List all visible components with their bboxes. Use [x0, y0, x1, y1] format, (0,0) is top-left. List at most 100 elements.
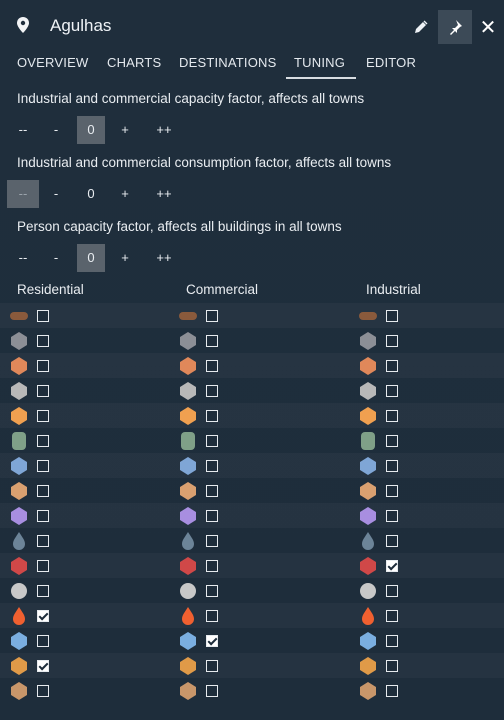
rename-button[interactable] — [404, 10, 438, 44]
industrial-checkbox[interactable] — [386, 360, 398, 372]
planks-icon — [11, 482, 27, 500]
fire-icon — [13, 607, 25, 625]
cargo-row — [0, 553, 504, 578]
residential-checkbox[interactable] — [37, 360, 49, 372]
industrial-checkbox[interactable] — [386, 310, 398, 322]
plastic-icon — [180, 507, 196, 525]
title-bar[interactable]: Agulhas ✕ — [0, 0, 504, 46]
tab-charts[interactable]: CHARTS — [107, 55, 161, 70]
residential-checkbox[interactable] — [37, 635, 49, 647]
industrial-checkbox[interactable] — [386, 535, 398, 547]
commercial-checkbox[interactable] — [206, 685, 218, 697]
industrial-checkbox[interactable] — [386, 485, 398, 497]
cargo-row — [0, 428, 504, 453]
decrease-button[interactable]: - — [48, 244, 64, 272]
residential-checkbox[interactable] — [37, 410, 49, 422]
decrease-large-button[interactable]: -- — [7, 180, 39, 208]
residential-checkbox[interactable] — [37, 385, 49, 397]
coal-icon — [11, 382, 27, 400]
commercial-checkbox[interactable] — [206, 560, 218, 572]
commercial-checkbox[interactable] — [206, 585, 218, 597]
industrial-checkbox[interactable] — [386, 335, 398, 347]
commercial-checkbox[interactable] — [206, 360, 218, 372]
gear-icon — [11, 583, 27, 599]
fuel-drop-icon — [362, 532, 374, 550]
bricks-icon — [11, 557, 27, 575]
increase-large-button[interactable]: ++ — [152, 244, 176, 272]
increase-large-button[interactable]: ++ — [152, 180, 176, 208]
industrial-checkbox[interactable] — [386, 410, 398, 422]
commercial-checkbox[interactable] — [206, 635, 218, 647]
commercial-checkbox[interactable] — [206, 410, 218, 422]
residential-checkbox[interactable] — [37, 310, 49, 322]
tab-editor[interactable]: EDITOR — [366, 55, 416, 70]
increase-button[interactable]: + — [116, 180, 134, 208]
residential-checkbox[interactable] — [37, 435, 49, 447]
decrease-button[interactable]: - — [48, 116, 64, 144]
tab-destinations[interactable]: DESTINATIONS — [179, 55, 277, 70]
bricks-icon — [180, 557, 196, 575]
commercial-checkbox[interactable] — [206, 385, 218, 397]
cargo-row — [0, 578, 504, 603]
residential-checkbox[interactable] — [37, 585, 49, 597]
industrial-checkbox[interactable] — [386, 635, 398, 647]
cargo-row — [0, 528, 504, 553]
increase-button[interactable]: + — [116, 116, 134, 144]
industrial-header: Industrial — [366, 282, 421, 297]
close-button[interactable]: ✕ — [471, 10, 504, 44]
plastic-icon — [360, 507, 376, 525]
cargo-row — [0, 453, 504, 478]
goods-box-icon — [360, 682, 376, 700]
residential-checkbox[interactable] — [37, 560, 49, 572]
commercial-checkbox[interactable] — [206, 510, 218, 522]
industrial-checkbox[interactable] — [386, 560, 398, 572]
residential-checkbox[interactable] — [37, 535, 49, 547]
residential-checkbox[interactable] — [37, 485, 49, 497]
cargo-row — [0, 628, 504, 653]
tab-overview[interactable]: OVERVIEW — [17, 55, 88, 70]
commercial-checkbox[interactable] — [206, 335, 218, 347]
residential-checkbox[interactable] — [37, 610, 49, 622]
person-capacity-stepper: -- - 0 + ++ — [0, 244, 504, 272]
decrease-large-button[interactable]: -- — [12, 116, 34, 144]
planks-icon — [180, 482, 196, 500]
decrease-button[interactable]: - — [48, 180, 64, 208]
commercial-checkbox[interactable] — [206, 660, 218, 672]
cargo-grid — [0, 303, 504, 703]
industrial-checkbox[interactable] — [386, 460, 398, 472]
decrease-large-button[interactable]: -- — [12, 244, 34, 272]
industrial-checkbox[interactable] — [386, 610, 398, 622]
commercial-checkbox[interactable] — [206, 310, 218, 322]
residential-checkbox[interactable] — [37, 685, 49, 697]
oil-barrel-icon — [181, 432, 195, 450]
residential-checkbox[interactable] — [37, 510, 49, 522]
grain-icon — [180, 407, 196, 425]
cargo-row — [0, 303, 504, 328]
pin-window-button[interactable] — [438, 10, 472, 44]
industrial-checkbox[interactable] — [386, 660, 398, 672]
capacity-factor-value: 0 — [77, 116, 105, 144]
tab-tuning[interactable]: TUNING — [285, 55, 357, 79]
commercial-checkbox[interactable] — [206, 460, 218, 472]
industrial-checkbox[interactable] — [386, 585, 398, 597]
ore-icon — [11, 357, 27, 375]
cargo-row — [0, 378, 504, 403]
bread-icon — [180, 657, 196, 675]
commercial-checkbox[interactable] — [206, 485, 218, 497]
industrial-checkbox[interactable] — [386, 385, 398, 397]
industrial-checkbox[interactable] — [386, 685, 398, 697]
commercial-checkbox[interactable] — [206, 610, 218, 622]
planks-icon — [360, 482, 376, 500]
commercial-checkbox[interactable] — [206, 535, 218, 547]
industrial-checkbox[interactable] — [386, 510, 398, 522]
pushpin-icon — [450, 20, 462, 35]
capacity-factor-stepper: -- - 0 + ++ — [0, 116, 504, 144]
gear-icon — [360, 583, 376, 599]
residential-checkbox[interactable] — [37, 335, 49, 347]
increase-button[interactable]: + — [116, 244, 134, 272]
residential-checkbox[interactable] — [37, 660, 49, 672]
commercial-checkbox[interactable] — [206, 435, 218, 447]
residential-checkbox[interactable] — [37, 460, 49, 472]
industrial-checkbox[interactable] — [386, 435, 398, 447]
increase-large-button[interactable]: ++ — [152, 116, 176, 144]
